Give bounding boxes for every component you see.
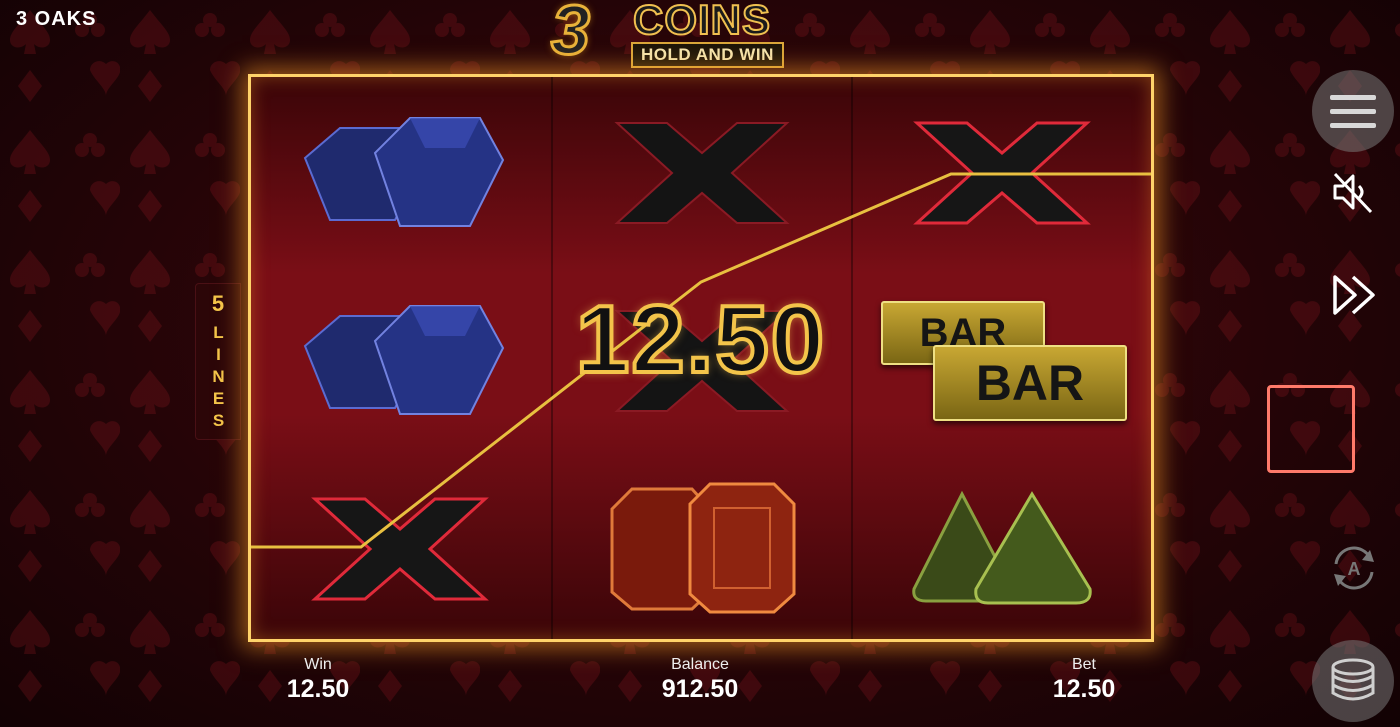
- win-value: 12.50: [286, 675, 350, 703]
- menu-button[interactable]: [1312, 70, 1394, 152]
- paylines-count: 5: [211, 290, 225, 316]
- paylines-label: LINES: [209, 322, 228, 433]
- turbo-button[interactable]: [1326, 268, 1380, 322]
- autoplay-button[interactable]: A: [1324, 538, 1384, 598]
- symbol-emerald: [853, 455, 1151, 639]
- bet-value: 12.50: [1052, 675, 1116, 703]
- win-label: Win: [304, 656, 332, 673]
- win-stat: Win 12.50: [218, 656, 418, 704]
- balance-label: Balance: [671, 656, 729, 673]
- spin-stop-button[interactable]: [1267, 385, 1355, 473]
- reels-frame: BAR BAR 12.50: [248, 74, 1154, 642]
- balance-value: 912.50: [661, 675, 739, 703]
- paylines-badge: 5 LINES: [195, 283, 241, 440]
- game-logo: 3 COINS HOLD AND WIN: [545, 0, 855, 76]
- provider-logo-text: 3 OAKS: [16, 8, 97, 30]
- fast-forward-icon: [1333, 275, 1375, 315]
- side-controls: A: [1280, 0, 1400, 727]
- logo-subtitle: HOLD AND WIN: [631, 42, 784, 68]
- bet-stat: Bet 12.50: [984, 656, 1184, 704]
- logo-title: COINS: [632, 0, 772, 44]
- symbol-sapphire: [251, 79, 549, 267]
- hamburger-icon: [1330, 95, 1376, 128]
- symbol-x: [553, 79, 851, 267]
- autoplay-letter: A: [1348, 559, 1361, 579]
- symbol-x: [251, 455, 549, 639]
- symbol-ruby: [553, 455, 851, 639]
- bet-label: Bet: [1071, 656, 1096, 673]
- speaker-muted-icon: [1333, 172, 1373, 214]
- coin-stack-icon: [1331, 658, 1375, 701]
- autoplay-icon: A: [1334, 546, 1374, 590]
- symbol-x: [853, 79, 1151, 267]
- balance-stat: Balance 912.50: [600, 656, 800, 704]
- bet-settings-button[interactable]: [1312, 640, 1394, 722]
- sound-toggle-button[interactable]: [1326, 165, 1380, 219]
- logo-number: 3: [550, 0, 592, 71]
- win-amount-display: 12.50: [574, 284, 827, 395]
